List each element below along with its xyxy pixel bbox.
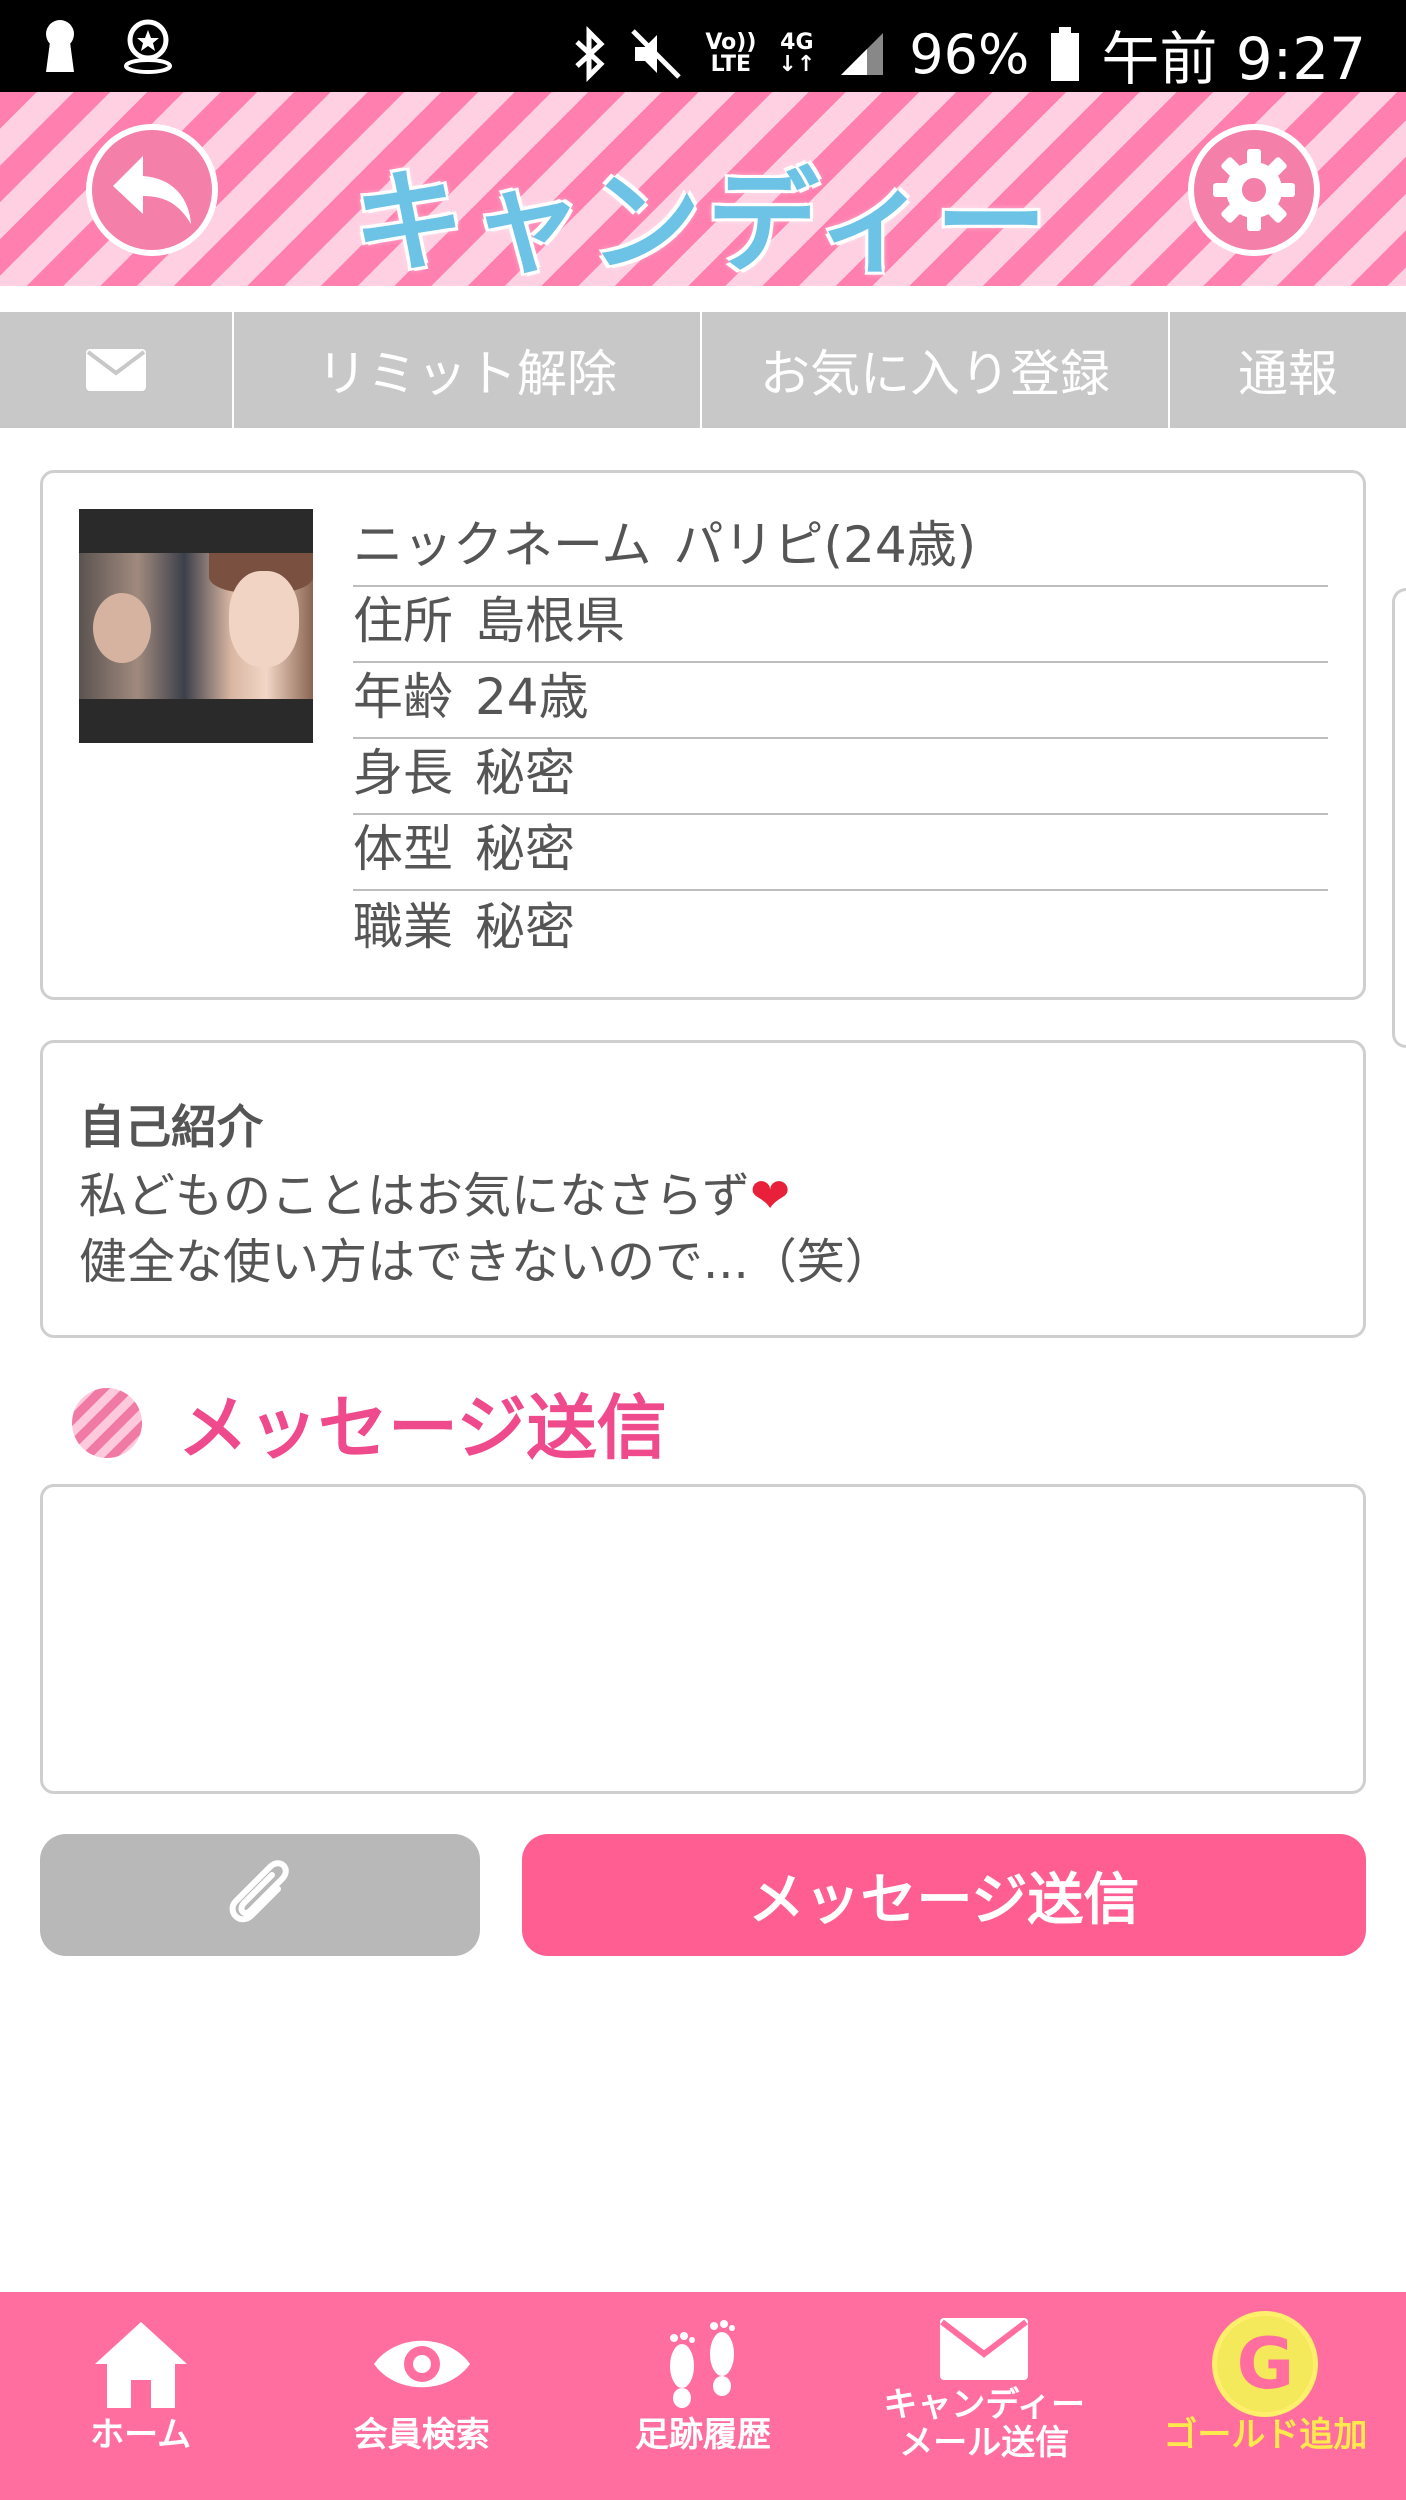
status-bar: Vo)) LTE 4G ↓↑ 96% 午前 9:27: [0, 0, 1406, 93]
eye-icon: [373, 2340, 470, 2388]
profile-info-list: ニックネーム パリピ(24歳) 住所 島根県 年齢 24歳 身長 秘密 体型 秘密 職業秘…: [353, 511, 1328, 967]
app-logo-title: キャンディー: [352, 158, 1054, 288]
profile-row-occupation: 職業 秘密: [353, 898, 575, 956]
mute-icon: [631, 29, 682, 79]
back-button[interactable]: [86, 124, 218, 256]
striped-dot-icon: [72, 1387, 142, 1458]
action-tab-bar: リミット解除 お気に入り登録 通報: [0, 312, 1406, 428]
app-header: キャンディー: [0, 92, 1406, 292]
gold-coin-icon: G: [1217, 2316, 1314, 2412]
mail-icon: [940, 2318, 1029, 2380]
footprints-icon: [670, 2320, 735, 2408]
battery-percent: 96%: [909, 22, 1030, 86]
gear-icon: [1213, 149, 1295, 231]
tab-mail[interactable]: [0, 312, 234, 428]
tab-add-favorite[interactable]: お気に入り登録: [702, 312, 1170, 428]
nav-member-search[interactable]: 会員検索: [281, 2292, 562, 2500]
clock: 午前 9:27: [1101, 25, 1366, 93]
back-arrow-icon: [113, 156, 191, 224]
self-intro-text: 私どものことはお気になさらず❤ 健全な使い方はできないので...（笑）: [79, 1168, 893, 1290]
side-scroll-tab[interactable]: [1392, 588, 1406, 1048]
paperclip-icon: [229, 1860, 289, 1923]
message-section-heading: メッセージ送信: [72, 1372, 667, 1473]
nav-gold-add[interactable]: G ゴールド追加: [1125, 2292, 1406, 2500]
self-intro-card: 自己紹介 私どものことはお気になさらず❤ 健全な使い方はできないので...（笑）: [40, 1040, 1366, 1338]
settings-button[interactable]: [1188, 124, 1320, 256]
profile-row-age: 年齢 24歳: [353, 663, 1328, 739]
signal-icon: [841, 33, 884, 75]
nav-candy-mail[interactable]: キャンディー メール送信: [844, 2292, 1125, 2500]
battery-icon: [1051, 27, 1080, 81]
profile-row-nickname: ニックネーム パリピ(24歳): [353, 511, 1328, 587]
attach-button[interactable]: [40, 1834, 480, 1956]
mail-icon: [86, 349, 146, 391]
bottom-navigation: ホーム 会員検索 足跡履歴 キャンディー メール送信 G ゴールド追加: [0, 2292, 1406, 2500]
profile-row-address: 住所 島根県: [353, 587, 1328, 663]
profile-photo[interactable]: [79, 509, 313, 743]
bluetooth-icon: [575, 26, 605, 82]
nav-home[interactable]: ホーム: [0, 2292, 281, 2500]
nav-footprints[interactable]: 足跡履歴: [562, 2292, 843, 2500]
tab-report[interactable]: 通報: [1170, 312, 1406, 428]
send-message-button[interactable]: メッセージ送信: [522, 1834, 1366, 1956]
heart-icon: ❤: [750, 1168, 791, 1224]
location-star-icon: [124, 19, 172, 74]
tab-limit-release[interactable]: リミット解除: [234, 312, 702, 428]
network-indicator: 4G ↓↑: [778, 30, 816, 77]
profile-row-height: 身長 秘密: [353, 739, 1328, 815]
profile-card: ニックネーム パリピ(24歳) 住所 島根県 年齢 24歳 身長 秘密 体型 秘密 職業秘…: [40, 470, 1366, 1000]
self-intro-title: 自己紹介: [79, 1100, 263, 1154]
message-input[interactable]: [40, 1484, 1366, 1794]
keyhole-icon: [46, 20, 74, 72]
home-icon: [94, 2322, 187, 2408]
volte-indicator: Vo)) LTE: [705, 30, 757, 77]
profile-row-body-type: 体型 秘密: [353, 815, 1328, 891]
